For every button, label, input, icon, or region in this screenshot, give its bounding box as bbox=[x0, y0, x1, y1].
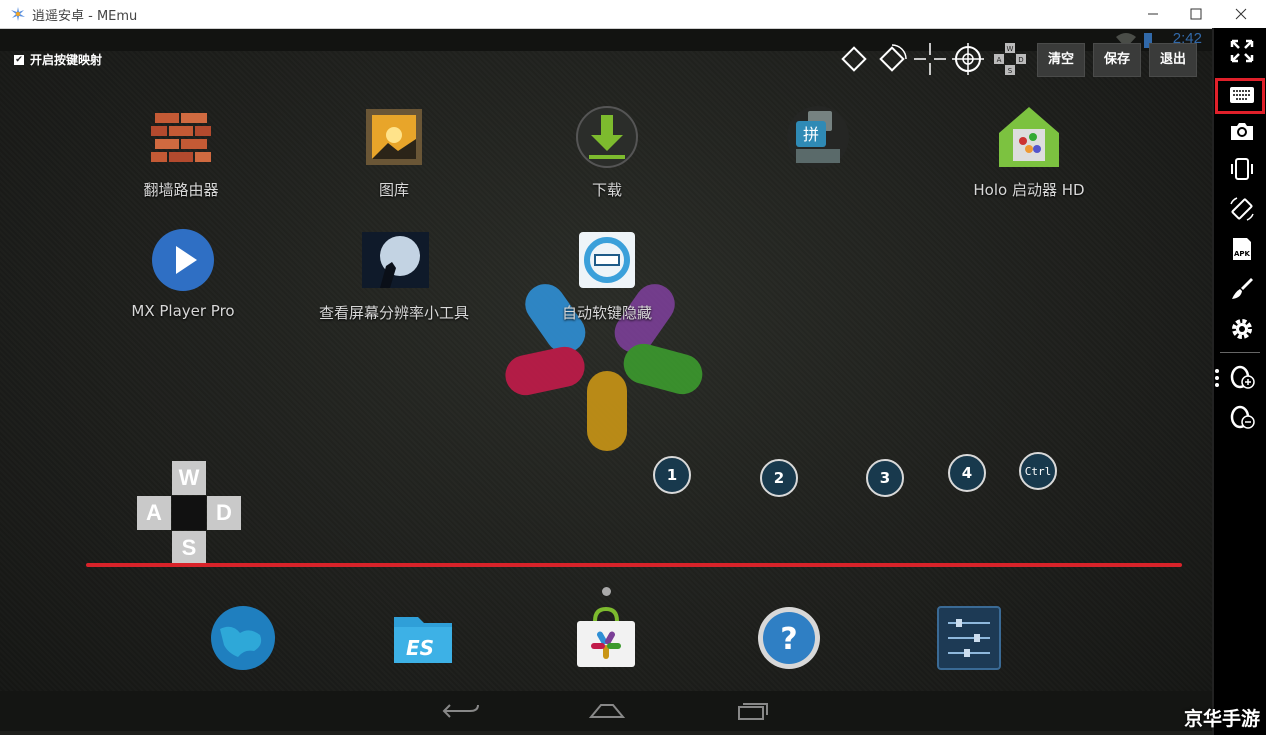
exit-button[interactable]: 退出 bbox=[1149, 43, 1198, 77]
minimize-button[interactable] bbox=[1130, 0, 1176, 28]
es-file-explorer-icon[interactable]: ES bbox=[390, 605, 456, 671]
keymap-key-3[interactable]: 3 bbox=[866, 459, 904, 497]
android-status-bar: 2:42 bbox=[0, 29, 1212, 51]
camera-icon[interactable] bbox=[1229, 118, 1255, 144]
close-icon bbox=[1235, 8, 1247, 20]
app-label: 下载 bbox=[591, 181, 622, 199]
wasd-tool-a: A bbox=[997, 56, 1002, 64]
svg-text:ES: ES bbox=[406, 636, 434, 660]
close-button[interactable] bbox=[1218, 0, 1264, 28]
svg-text:?: ? bbox=[780, 622, 797, 657]
globe-browser-icon[interactable] bbox=[210, 605, 276, 671]
title-bar: 逍遥安卓 - MEmu bbox=[0, 0, 1266, 29]
svg-text:拼: 拼 bbox=[803, 125, 819, 144]
wasd-tool-d: D bbox=[1018, 56, 1023, 64]
fullscreen-icon[interactable] bbox=[1229, 38, 1255, 64]
help-icon[interactable]: ? bbox=[756, 605, 822, 671]
keymap-key-2[interactable]: 2 bbox=[760, 459, 798, 497]
app-label: 图库 bbox=[378, 181, 409, 199]
keyboard-sync-icon bbox=[579, 232, 635, 288]
wasd-dpad[interactable]: W A D S bbox=[137, 461, 241, 565]
crosshair-tool-icon[interactable] bbox=[914, 43, 946, 75]
rotate-icon[interactable] bbox=[1229, 196, 1255, 222]
app-store-icon[interactable] bbox=[573, 605, 639, 671]
moon-wolf-icon bbox=[362, 232, 432, 288]
rotate-tool-icon[interactable] bbox=[876, 43, 908, 75]
keymap-key-1[interactable]: 1 bbox=[653, 456, 691, 494]
app-downloads[interactable]: 下载 bbox=[532, 105, 682, 200]
svg-text:APK: APK bbox=[1234, 250, 1251, 258]
window-title: 逍遥安卓 - MEmu bbox=[32, 9, 138, 24]
save-button[interactable]: 保存 bbox=[1093, 43, 1142, 77]
keymap-key-4[interactable]: 4 bbox=[948, 454, 986, 492]
keyboard-icon[interactable] bbox=[1229, 82, 1255, 108]
dpad-center bbox=[172, 496, 206, 530]
maximize-icon bbox=[1190, 8, 1202, 20]
brush-icon[interactable] bbox=[1229, 276, 1255, 302]
brick-wall-icon bbox=[151, 113, 211, 162]
app-mx-player[interactable]: MX Player Pro bbox=[108, 228, 258, 320]
shake-icon[interactable] bbox=[1229, 156, 1255, 182]
dpad-up-key[interactable]: W bbox=[172, 461, 206, 495]
volume-down-icon[interactable] bbox=[1229, 404, 1255, 430]
volume-up-icon[interactable] bbox=[1229, 364, 1255, 390]
dpad-down-key[interactable]: S bbox=[172, 531, 206, 565]
clear-button[interactable]: 清空 bbox=[1037, 43, 1086, 77]
recent-apps-icon[interactable] bbox=[733, 699, 773, 723]
keymap-checkbox[interactable]: ✔ bbox=[14, 54, 24, 65]
settings-sliders-icon[interactable] bbox=[936, 605, 1002, 671]
app-resolution-tool[interactable]: 查看屏幕分辨率小工具 bbox=[319, 228, 469, 323]
minimize-icon bbox=[1148, 13, 1158, 15]
app-label: 翻墙路由器 bbox=[143, 181, 219, 199]
keymap-toggle[interactable]: ✔ 开启按键映射 bbox=[14, 51, 102, 68]
more-dots-icon[interactable] bbox=[1214, 368, 1220, 388]
app-gallery[interactable]: 图库 bbox=[319, 105, 469, 200]
dpad-left-key[interactable]: A bbox=[137, 496, 171, 530]
keymap-toggle-label: 开启按键映射 bbox=[30, 53, 103, 67]
sidebar-divider bbox=[1220, 352, 1260, 353]
gallery-icon bbox=[366, 109, 422, 165]
keymap-key-ctrl[interactable]: Ctrl bbox=[1019, 452, 1057, 490]
maximize-button[interactable] bbox=[1173, 0, 1219, 28]
emulator-screen[interactable]: 2:42 ✔ 开启按键映射 W A S D 清空 保存 退出 翻墙路由器 图库 … bbox=[0, 29, 1212, 731]
gear-icon[interactable] bbox=[1229, 316, 1255, 342]
app-pinyin-ime[interactable]: 拼 bbox=[743, 105, 893, 179]
annotation-red-line bbox=[86, 563, 1182, 567]
wasd-tool-icon[interactable]: W A S D bbox=[994, 43, 1026, 75]
app-router[interactable]: 翻墙路由器 bbox=[106, 105, 256, 200]
memu-logo-icon bbox=[11, 7, 25, 21]
app-holo-launcher[interactable]: Holo 启动器 HD bbox=[954, 105, 1104, 200]
swipe-tool-icon[interactable] bbox=[838, 43, 870, 75]
app-label: MX Player Pro bbox=[131, 302, 235, 320]
apk-icon[interactable]: APK bbox=[1229, 236, 1255, 262]
emulator-sidebar: APK bbox=[1212, 28, 1266, 735]
wasd-tool-w: W bbox=[1007, 45, 1014, 53]
dpad-right-key[interactable]: D bbox=[207, 496, 241, 530]
app-label: 查看屏幕分辨率小工具 bbox=[319, 304, 470, 322]
home-icon[interactable] bbox=[587, 699, 627, 723]
app-label: Holo 启动器 HD bbox=[973, 181, 1085, 199]
app-label: 自动软键隐藏 bbox=[561, 304, 652, 322]
watermark: 京华手游 bbox=[1183, 708, 1260, 730]
app-auto-keyboard-hide[interactable]: 自动软键隐藏 bbox=[532, 228, 682, 323]
pinyin-keyboard-icon: 拼 bbox=[787, 106, 849, 168]
play-icon bbox=[152, 229, 214, 291]
wasd-tool-s: S bbox=[1008, 67, 1013, 75]
download-icon bbox=[576, 106, 638, 168]
aim-tool-icon[interactable] bbox=[952, 43, 984, 75]
page-indicator-dot bbox=[602, 587, 611, 596]
holo-launcher-icon bbox=[999, 107, 1059, 167]
android-nav-bar bbox=[0, 691, 1212, 731]
back-icon[interactable] bbox=[442, 699, 482, 723]
